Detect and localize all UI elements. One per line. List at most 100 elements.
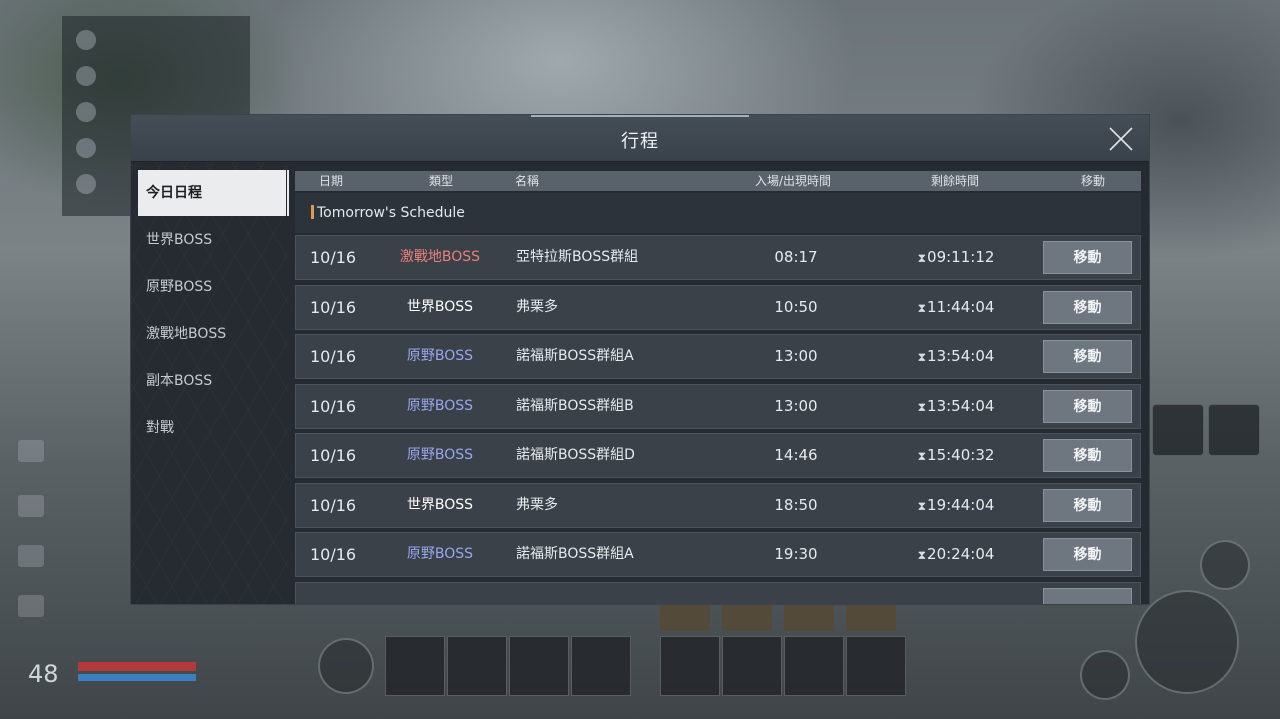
row-remaining: ⧗13:54:04 [886,385,1026,428]
remaining-time-value: 15:40:32 [927,446,995,464]
dialog-title: 行程 [621,131,659,152]
table-row: 10/16 世界BOSS 弗栗多 18:50 ⧗19:44:04 移動 [295,482,1141,528]
row-date: 10/16 [310,446,357,465]
schedule-dialog: 行程 今日日程 世界BOSS 原野BOSS 激戰地BOSS 副本BOSS 對戰 … [131,115,1149,604]
player-level: 48 [28,660,59,688]
quest-icon [76,174,96,194]
eye-icon [18,545,44,567]
potion-slot [660,636,720,696]
sidebar-item-today-schedule[interactable]: 今日日程 [138,170,289,216]
row-time: 14:46 [774,446,818,464]
row-type: 原野BOSS [406,397,474,414]
row-type: 原野BOSS [406,348,474,364]
sidebar-item-dungeon-boss[interactable]: 副本BOSS [138,358,286,404]
row-type: 原野BOSS [406,447,474,463]
table-row: 10/16 原野BOSS 諾福斯BOSS群組A 13:00 ⧗13:54:04 移動 [295,334,1141,379]
row-date: 10/16 [310,396,357,416]
header-move: 移動 [1081,174,1106,188]
row-remaining: ⧗11:44:04 [886,286,1026,329]
potion-slot [846,636,906,696]
move-button[interactable] [1043,587,1132,604]
skill-slot [447,636,507,696]
potion-slot [846,605,896,631]
header-type: 類型 [429,174,454,188]
quest-icon [76,138,96,158]
skill-slot [509,636,569,696]
row-name: 弗栗多 [516,496,558,513]
quest-icon [76,30,96,50]
potion-slot [784,636,844,696]
row-time: 10:50 [774,297,818,316]
header-name: 名稱 [515,174,540,188]
hourglass-icon: ⧗ [917,449,927,463]
remaining-time-value: 19:44:04 [927,495,995,514]
attack-button-icon [1135,590,1239,694]
row-type: 世界BOSS [406,298,474,315]
table-row: 10/16 原野BOSS 諾福斯BOSS群組A 19:30 ⧗20:24:04 移動 [295,532,1141,577]
table-row: 10/16 激戰地BOSS 亞特拉斯BOSS群組 08:17 ⧗09:11:12 移動 [295,235,1141,280]
header-remaining: 剩餘時間 [931,174,980,188]
row-remaining: ⧗19:44:04 [886,484,1026,527]
table-row [295,581,1141,604]
close-button[interactable] [1107,125,1135,153]
table-header: 日期 類型 名稱 入場/出現時間 剩餘時間 移動 [295,171,1141,191]
potion-slot [660,605,710,631]
cooldown-slot [1208,404,1260,456]
remaining-time-value: 09:11:12 [927,248,995,266]
skill-round-icon [1080,650,1130,700]
row-name: 諾福斯BOSS群組D [516,447,635,463]
skill-slot [385,636,445,696]
move-button[interactable]: 移動 [1043,340,1132,373]
row-remaining: ⧗09:11:12 [886,236,1026,279]
move-button[interactable]: 移動 [1043,439,1132,472]
move-button[interactable]: 移動 [1043,389,1132,423]
hourglass-icon: ⧗ [917,399,927,414]
row-date: 10/16 [310,297,357,317]
skill-round-icon [1200,540,1250,590]
table-row: 10/16 原野BOSS 諾福斯BOSS群組B 13:00 ⧗13:54:04 移動 [295,383,1141,429]
row-time: 18:50 [774,495,818,514]
mp-bar [78,674,196,681]
move-button[interactable]: 移動 [1043,538,1132,571]
close-x-icon [1109,127,1133,151]
section-marker [311,205,314,219]
section-label-text: Tomorrow's Schedule [317,205,465,221]
row-remaining: ⧗15:40:32 [886,434,1026,477]
potion-slot [722,636,782,696]
row-date: 10/16 [310,248,357,267]
schedule-table[interactable]: 日期 類型 名稱 入場/出現時間 剩餘時間 移動 Tomorrow's Sche… [295,171,1141,604]
header-time: 入場/出現時間 [755,174,832,188]
row-type: 激戰地BOSS [399,249,481,265]
move-button[interactable]: 移動 [1043,290,1132,324]
remaining-time-value: 13:54:04 [927,396,995,415]
camera-icon [18,595,44,617]
hourglass-icon: ⧗ [917,498,927,513]
sidebar-item-battlefield-boss[interactable]: 激戰地BOSS [138,311,286,357]
row-date: 10/16 [310,347,357,366]
table-row: 10/16 世界BOSS 弗栗多 10:50 ⧗11:44:04 移動 [295,284,1141,330]
row-name: 諾福斯BOSS群組A [516,348,634,364]
hourglass-icon: ⧗ [917,350,927,364]
move-button[interactable]: 移動 [1043,241,1132,274]
side-menu-icon [18,440,44,462]
move-button[interactable]: 移動 [1043,488,1132,522]
row-time: 19:30 [774,545,818,563]
row-type: 世界BOSS [406,496,474,513]
remaining-time-value: 13:54:04 [927,347,995,365]
quest-icon [76,66,96,86]
sidebar-item-field-boss[interactable]: 原野BOSS [138,264,286,310]
row-date: 10/16 [310,495,357,515]
dialog-header: 行程 [131,115,1149,162]
row-name: 亞特拉斯BOSS群組 [516,249,639,265]
sidebar-item-world-boss[interactable]: 世界BOSS [138,217,286,263]
row-name: 弗栗多 [516,298,558,315]
tomorrow-schedule-label: Tomorrow's Schedule [295,193,1141,233]
sidebar-item-pvp[interactable]: 對戰 [138,405,286,451]
row-remaining: ⧗20:24:04 [886,533,1026,576]
potion-slot [784,605,834,631]
hourglass-icon: ⧗ [917,300,927,315]
remaining-time-value: 11:44:04 [927,297,995,316]
row-type: 原野BOSS [406,546,474,562]
row-remaining: ⧗13:54:04 [886,335,1026,378]
potion-slot [722,605,772,631]
